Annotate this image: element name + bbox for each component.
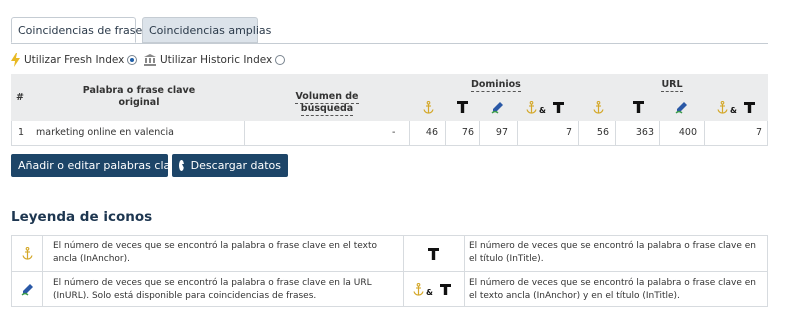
row-url-anchor: 56 xyxy=(596,127,609,138)
fresh-index-label: Utilizar Fresh Index xyxy=(24,54,125,66)
results-table: # Palabra o frase clave original Volumen… xyxy=(11,74,768,146)
tab-broad-match[interactable]: Coincidencias amplias xyxy=(142,17,271,43)
fresh-index-option[interactable]: Utilizar Fresh Index xyxy=(11,51,138,69)
col-header-keyword: Palabra o frase clave original xyxy=(82,85,196,108)
legend-title-description: El número de veces que se encontró la pa… xyxy=(469,241,757,264)
add-edit-keywords-button[interactable]: Añadir o editar palabras clave xyxy=(11,154,184,177)
museum-icon xyxy=(144,54,156,66)
svg-text:&: & xyxy=(730,106,737,114)
historic-index-label: Utilizar Historic Index xyxy=(160,54,273,66)
anchor-icon xyxy=(414,100,442,114)
row-volume: - xyxy=(392,127,396,138)
anchor-and-title-icon: & xyxy=(403,272,464,307)
legend-divider xyxy=(42,236,43,306)
download-data-label: Descargar datos xyxy=(190,159,281,172)
row-keyword: marketing online en valencia xyxy=(36,127,174,138)
tab-phrase-match[interactable]: Coincidencias de frases xyxy=(11,17,148,43)
anchor-icon xyxy=(584,100,612,114)
anchor-and-title-icon: & xyxy=(715,100,761,114)
table-header: # Palabra o frase clave original Volumen… xyxy=(11,74,768,121)
col-header-number: # xyxy=(16,92,24,103)
row-domain-url: 97 xyxy=(495,127,508,138)
legend-table: El número de veces que se encontró la pa… xyxy=(11,235,768,307)
historic-index-radio[interactable] xyxy=(275,55,286,65)
download-circle-icon xyxy=(179,160,186,171)
col-header-url[interactable]: URL xyxy=(657,79,687,92)
row-domain-anchor: 46 xyxy=(425,127,438,138)
row-url-url: 400 xyxy=(678,127,697,138)
legend-anchor-description: El número de veces que se encontró la pa… xyxy=(53,241,378,264)
legend-divider xyxy=(464,236,465,306)
row-url-anchor-title: 7 xyxy=(755,127,762,138)
historic-index-option[interactable]: Utilizar Historic Index xyxy=(144,51,286,69)
svg-text:&: & xyxy=(426,288,433,296)
url-icon xyxy=(12,272,42,307)
row-domain-anchor-title: 7 xyxy=(565,127,572,138)
row-number: 1 xyxy=(18,127,25,138)
column-divider xyxy=(244,121,245,145)
table-row: 1 marketing online en valencia - 46 76 9… xyxy=(11,121,768,146)
title-icon xyxy=(448,100,476,114)
svg-text:&: & xyxy=(539,106,546,114)
fresh-index-radio[interactable] xyxy=(127,55,138,65)
row-domain-title: 76 xyxy=(461,127,474,138)
lightning-icon xyxy=(11,53,20,67)
legend-url-description: El número de veces que se encontró la pa… xyxy=(53,278,372,301)
anchor-icon xyxy=(12,236,42,271)
col-header-domains[interactable]: Dominios xyxy=(471,79,521,92)
title-icon xyxy=(624,100,652,114)
legend-anchor-title-description: El número de veces que se encontró la pa… xyxy=(469,278,757,301)
row-url-title: 363 xyxy=(635,127,654,138)
title-icon xyxy=(403,236,464,271)
col-header-volume[interactable]: Volumen de búsqueda xyxy=(273,91,381,116)
legend-row-divider xyxy=(12,271,767,272)
tabs-divider xyxy=(11,43,768,44)
url-icon xyxy=(667,100,695,114)
download-data-button[interactable]: Descargar datos xyxy=(172,154,288,177)
legend-title: Leyenda de iconos xyxy=(11,209,153,225)
url-icon xyxy=(483,100,511,114)
anchor-and-title-icon: & xyxy=(524,100,570,114)
